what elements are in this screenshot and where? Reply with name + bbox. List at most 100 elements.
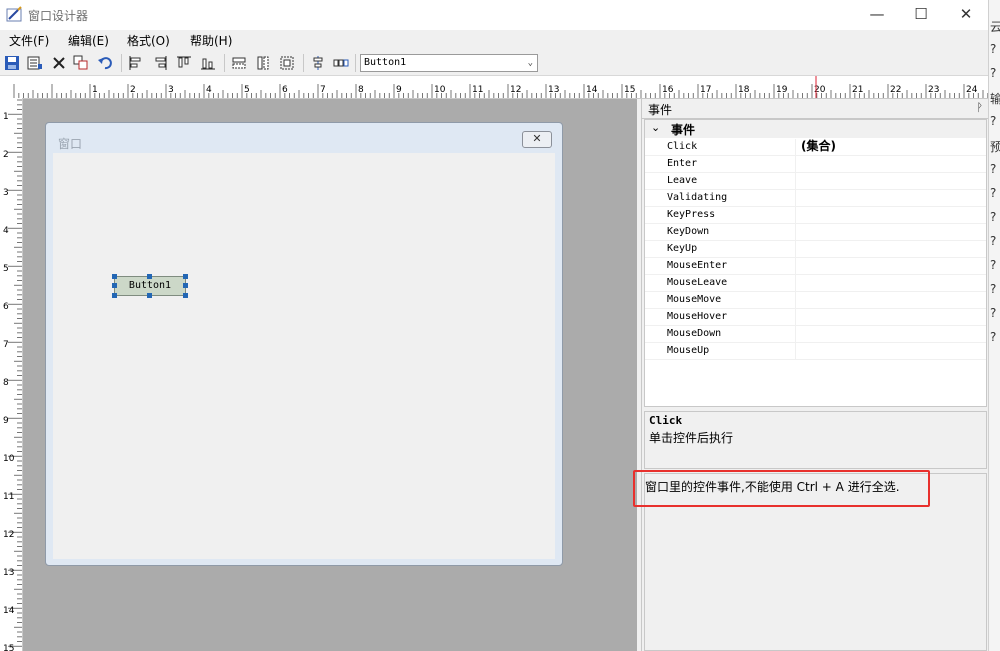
event-description-text: 单击控件后执行 — [649, 431, 734, 445]
same-height-icon[interactable] — [255, 55, 271, 71]
events-panel: 事件 ᚹ ⌄ 事件 Click (集合) Enter Leave Validating K… — [641, 99, 989, 651]
align-left-icon[interactable] — [128, 55, 144, 71]
ruler-number: 3 — [168, 85, 174, 95]
align-bottom-icon[interactable] — [200, 55, 216, 71]
event-row[interactable]: MouseDown — [645, 325, 986, 343]
control-selector-value: Button1 — [364, 57, 407, 68]
event-row[interactable]: MouseEnter — [645, 257, 986, 275]
event-name: Enter — [667, 156, 796, 172]
ruler-number: 17 — [700, 85, 711, 95]
ruler-number: 5 — [244, 85, 250, 95]
maximize-button[interactable]: ☐ — [898, 0, 944, 30]
event-name: KeyDown — [667, 224, 796, 240]
strip-glyph: 云 — [990, 18, 1000, 35]
menu-edit[interactable]: 编辑(E) — [68, 32, 109, 49]
title-bar: 窗口设计器 — ☐ ✕ — [0, 0, 988, 30]
selection-handle[interactable] — [112, 274, 117, 279]
ruler-number: 3 — [3, 188, 9, 198]
menu-help[interactable]: 帮助(H) — [190, 32, 232, 49]
selection-handle[interactable] — [147, 274, 152, 279]
space-horizontal-icon[interactable] — [333, 55, 349, 71]
event-row[interactable]: MouseHover — [645, 308, 986, 326]
event-row[interactable]: MouseLeave — [645, 274, 986, 292]
designed-form[interactable]: 窗口 ✕ — [45, 122, 563, 566]
ruler-number: 11 — [3, 492, 14, 502]
strip-glyph: ? — [990, 234, 997, 248]
center-horizontal-icon[interactable] — [310, 55, 326, 71]
ruler-number: 6 — [282, 85, 288, 95]
event-row[interactable]: KeyPress — [645, 206, 986, 224]
control-selector-dropdown[interactable]: Button1 ⌄ — [360, 54, 538, 72]
ruler-number: 14 — [586, 85, 598, 95]
ruler-number: 21 — [852, 85, 863, 95]
event-value[interactable]: (集合) — [801, 139, 836, 154]
horizontal-ruler: 1 2 3 4 5 6 7 8 9 10 11 12 13 14 15 16 17 18 19 20 21 22 23 24 — [0, 76, 988, 99]
strip-glyph: ? — [990, 162, 997, 176]
strip-glyph: ? — [990, 186, 997, 200]
selection-handle[interactable] — [183, 293, 188, 298]
toolbar-separator — [355, 54, 356, 72]
ruler-number: 1 — [92, 85, 98, 95]
selection-handle[interactable] — [112, 283, 117, 288]
event-category[interactable]: ⌄ 事件 — [645, 120, 986, 138]
event-row[interactable]: KeyDown — [645, 223, 986, 241]
delete-icon[interactable] — [51, 55, 67, 71]
ruler-number: 16 — [662, 85, 674, 95]
selection-handle[interactable] — [183, 274, 188, 279]
ruler-number: 24 — [966, 85, 978, 95]
menu-file[interactable]: 文件(F) — [9, 32, 49, 49]
copy-icon[interactable] — [73, 55, 89, 71]
save-icon[interactable] — [4, 55, 20, 71]
chevron-down-icon[interactable]: ⌄ — [651, 121, 660, 134]
ruler-number: 10 — [3, 454, 15, 464]
vertical-ruler: 1 2 3 4 5 6 7 8 9 10 11 12 13 14 15 — [0, 98, 23, 651]
strip-glyph: ? — [990, 210, 997, 224]
form-props-icon[interactable] — [27, 55, 43, 71]
ruler-number: 6 — [3, 302, 9, 312]
pin-icon[interactable]: ᚹ — [976, 101, 983, 114]
app-icon — [6, 6, 22, 22]
ruler-number: 7 — [3, 340, 9, 350]
form-client-area[interactable] — [53, 153, 555, 559]
ruler-number: 18 — [738, 85, 750, 95]
ruler-number: 14 — [3, 606, 15, 616]
align-right-icon[interactable] — [152, 55, 168, 71]
chevron-down-icon: ⌄ — [527, 58, 533, 68]
event-row[interactable]: KeyUp — [645, 240, 986, 258]
ruler-number: 22 — [890, 85, 901, 95]
ruler-number: 5 — [3, 264, 9, 274]
minimize-button[interactable]: — — [854, 0, 900, 30]
ruler-number: 12 — [510, 85, 521, 95]
window-title: 窗口设计器 — [28, 9, 89, 23]
events-panel-header: 事件 ᚹ — [642, 99, 989, 119]
close-button[interactable]: ✕ — [943, 0, 989, 30]
menu-format[interactable]: 格式(O) — [127, 32, 170, 49]
event-row[interactable]: Click (集合) — [645, 138, 986, 156]
event-name: KeyUp — [667, 241, 796, 257]
event-row[interactable]: MouseMove — [645, 291, 986, 309]
event-name: Leave — [667, 173, 796, 189]
event-name: MouseLeave — [667, 275, 796, 291]
strip-glyph: 预 — [990, 138, 1000, 155]
ruler-number: 7 — [320, 85, 326, 95]
selection-handle[interactable] — [147, 293, 152, 298]
strip-glyph: ? — [990, 330, 997, 344]
adjacent-window-strip: 云?? 输? 预???????? — [988, 0, 1000, 651]
form-close-icon: ✕ — [522, 131, 552, 148]
event-row[interactable]: Enter — [645, 155, 986, 173]
selection-handle[interactable] — [183, 283, 188, 288]
event-description: Click 单击控件后执行 — [644, 411, 987, 469]
event-category-label: 事件 — [671, 123, 696, 137]
undo-icon[interactable] — [97, 55, 113, 71]
align-top-icon[interactable] — [176, 55, 192, 71]
form-title: 窗口 — [58, 137, 83, 151]
event-grid: ⌄ 事件 Click (集合) Enter Leave Validating KeyPre… — [644, 119, 987, 407]
ruler-number: 15 — [624, 85, 635, 95]
same-size-icon[interactable] — [279, 55, 295, 71]
event-row[interactable]: Validating — [645, 189, 986, 207]
event-row[interactable]: Leave — [645, 172, 986, 190]
menu-bar: 文件(F) 编辑(E) 格式(O) 帮助(H) — [0, 30, 988, 50]
same-width-icon[interactable] — [231, 55, 247, 71]
event-row[interactable]: MouseUp — [645, 342, 986, 360]
selection-handle[interactable] — [112, 293, 117, 298]
